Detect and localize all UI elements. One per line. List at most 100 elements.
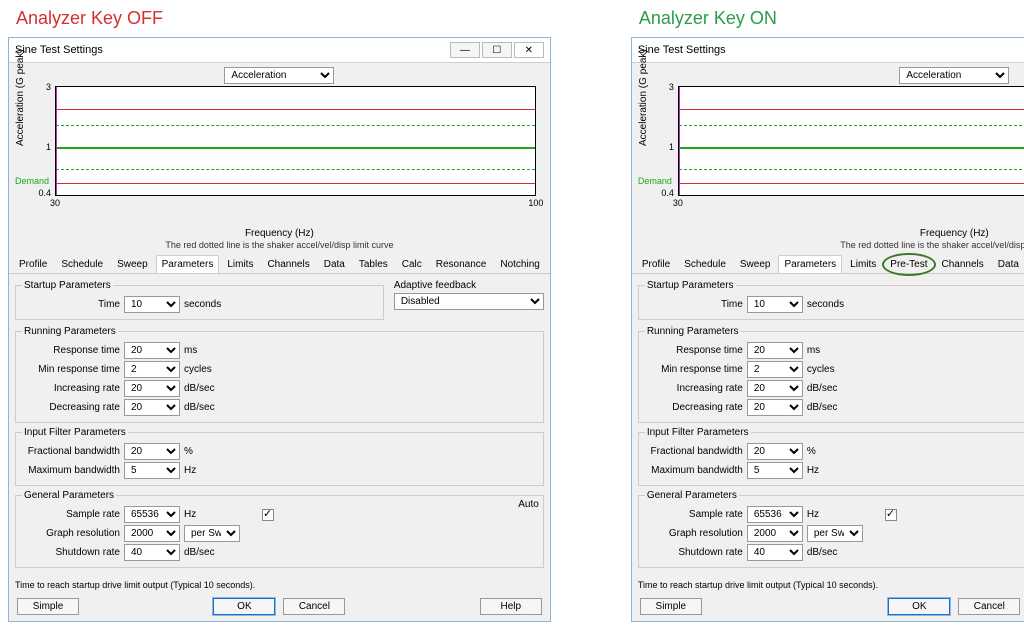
field-value[interactable]: 65536 xyxy=(747,506,803,523)
maximize-button[interactable]: ☐ xyxy=(482,42,512,58)
tab-data[interactable]: Data xyxy=(318,255,351,273)
tab-limits[interactable]: Limits xyxy=(221,255,259,273)
field-label: Fractional bandwidth xyxy=(645,446,743,457)
tab-sweep[interactable]: Sweep xyxy=(111,255,154,273)
form-row: Maximum bandwidth 5 Hz xyxy=(22,462,537,479)
field-value[interactable]: 40 xyxy=(747,544,803,561)
tab-bar: ProfileScheduleSweepParametersLimitsPre-… xyxy=(632,255,1024,274)
ok-button[interactable]: OK xyxy=(213,598,275,615)
chart-type-select[interactable]: Acceleration xyxy=(224,67,334,84)
field-value[interactable]: 5 xyxy=(124,462,180,479)
field-value[interactable]: 20 xyxy=(747,342,803,359)
sine-test-window: Sine Test Settings — ☐ ✕ Acceleration Ac… xyxy=(8,37,551,622)
field-label: Response time xyxy=(22,345,120,356)
form-row: Decreasing rate20dB/sec xyxy=(645,399,1024,416)
simple-button[interactable]: Simple xyxy=(17,598,79,615)
field-unit: dB/sec xyxy=(807,383,863,394)
form-row: Sample rate65536Hz xyxy=(645,506,1024,523)
field-unit: ms xyxy=(807,345,863,356)
select-adaptive[interactable]: Disabled xyxy=(394,293,544,310)
field-unit: % xyxy=(184,446,240,457)
field-value[interactable]: 65536 xyxy=(124,506,180,523)
field-value[interactable]: 20 xyxy=(124,342,180,359)
field-value[interactable]: 5 xyxy=(747,462,803,479)
tab-sweep[interactable]: Sweep xyxy=(734,255,777,273)
x-axis-label: Frequency (Hz) xyxy=(17,228,542,239)
label-adaptive: Adaptive feedback xyxy=(394,280,476,291)
field-unit[interactable]: per Sweep xyxy=(184,525,240,542)
field-label: Min response time xyxy=(645,364,743,375)
field-value[interactable]: 2 xyxy=(124,361,180,378)
field-value[interactable]: 20 xyxy=(124,399,180,416)
form-row: Shutdown rate40dB/sec xyxy=(645,544,1024,561)
field-unit: dB/sec xyxy=(184,547,240,558)
auto-checkbox[interactable] xyxy=(262,509,274,521)
form-row: Shutdown rate40dB/sec xyxy=(22,544,537,561)
form-row: Increasing rate20dB/sec xyxy=(645,380,1024,397)
tab-resonance[interactable]: Resonance xyxy=(430,255,493,273)
field-value[interactable]: 40 xyxy=(124,544,180,561)
field-unit: dB/sec xyxy=(184,402,240,413)
form-row: Response time 20 ms xyxy=(22,342,537,359)
field-label: Maximum bandwidth xyxy=(22,465,120,476)
group-startup: Startup Parameters Time 10 seconds xyxy=(638,280,1024,320)
field-label: Graph resolution xyxy=(22,528,120,539)
tab-data[interactable]: Data xyxy=(992,255,1024,273)
field-value[interactable]: 20 xyxy=(124,380,180,397)
tab-parameters[interactable]: Parameters xyxy=(156,255,220,273)
field-unit: Hz xyxy=(184,465,240,476)
input-time[interactable]: 10 xyxy=(747,296,803,313)
group-running: Running Parameters Response time20msMin … xyxy=(15,326,544,423)
field-label: Fractional bandwidth xyxy=(22,446,120,457)
minimize-button[interactable]: — xyxy=(450,42,480,58)
tab-notching[interactable]: Notching xyxy=(494,255,545,273)
tab-profile[interactable]: Profile xyxy=(13,255,53,273)
footer-hint: Time to reach startup drive limit output… xyxy=(632,576,1024,594)
field-unit: ms xyxy=(184,345,240,356)
plot-area xyxy=(678,86,1024,196)
field-unit[interactable]: per Sweep xyxy=(807,525,863,542)
cancel-button[interactable]: Cancel xyxy=(958,598,1020,615)
field-label: Maximum bandwidth xyxy=(645,465,743,476)
tab-calc[interactable]: Calc xyxy=(396,255,428,273)
tab-channels[interactable]: Channels xyxy=(936,255,990,273)
field-label: Min response time xyxy=(22,364,120,375)
tab-channels[interactable]: Channels xyxy=(261,255,315,273)
field-label: Shutdown rate xyxy=(645,547,743,558)
tab-pre-test[interactable]: Pre-Test xyxy=(884,255,933,273)
tab-schedule[interactable]: Schedule xyxy=(55,255,109,273)
chart-subtitle: The red dotted line is the shaker accel/… xyxy=(640,240,1024,250)
field-value[interactable]: 20 xyxy=(747,443,803,460)
form-row: Graph resolution 2000per Sweep xyxy=(22,525,537,542)
field-value[interactable]: 20 xyxy=(124,443,180,460)
field-value[interactable]: 20 xyxy=(747,380,803,397)
field-label: Sample rate xyxy=(22,509,120,520)
auto-checkbox[interactable] xyxy=(885,509,897,521)
tab-schedule[interactable]: Schedule xyxy=(678,255,732,273)
form-row: Fractional bandwidth20% xyxy=(645,443,1024,460)
label-time: Time xyxy=(645,299,743,310)
cancel-button[interactable]: Cancel xyxy=(283,598,345,615)
ok-button[interactable]: OK xyxy=(888,598,950,615)
tab-limits[interactable]: Limits xyxy=(844,255,882,273)
field-value[interactable]: 20 xyxy=(747,399,803,416)
simple-button[interactable]: Simple xyxy=(640,598,702,615)
help-button[interactable]: Help xyxy=(480,598,542,615)
field-value[interactable]: 2000 xyxy=(124,525,180,542)
input-time[interactable]: 10 xyxy=(124,296,180,313)
tab-tables[interactable]: Tables xyxy=(353,255,394,273)
field-unit: cycles xyxy=(184,364,240,375)
tab-parameters[interactable]: Parameters xyxy=(778,255,842,273)
close-button[interactable]: ✕ xyxy=(514,42,544,58)
field-value[interactable]: 2 xyxy=(747,361,803,378)
tab-profile[interactable]: Profile xyxy=(636,255,676,273)
footer-hint: Time to reach startup drive limit output… xyxy=(9,576,550,594)
field-label: Sample rate xyxy=(645,509,743,520)
chart-type-select[interactable]: Acceleration xyxy=(899,67,1009,84)
panel-analyzer-off: Analyzer Key OFF Sine Test Settings — ☐ … xyxy=(8,8,551,622)
field-unit: Hz xyxy=(807,465,863,476)
field-value[interactable]: 2000 xyxy=(747,525,803,542)
field-unit: dB/sec xyxy=(184,383,240,394)
unit-time: seconds xyxy=(184,299,240,310)
group-filter: Input Filter Parameters Fractional bandw… xyxy=(638,427,1024,486)
